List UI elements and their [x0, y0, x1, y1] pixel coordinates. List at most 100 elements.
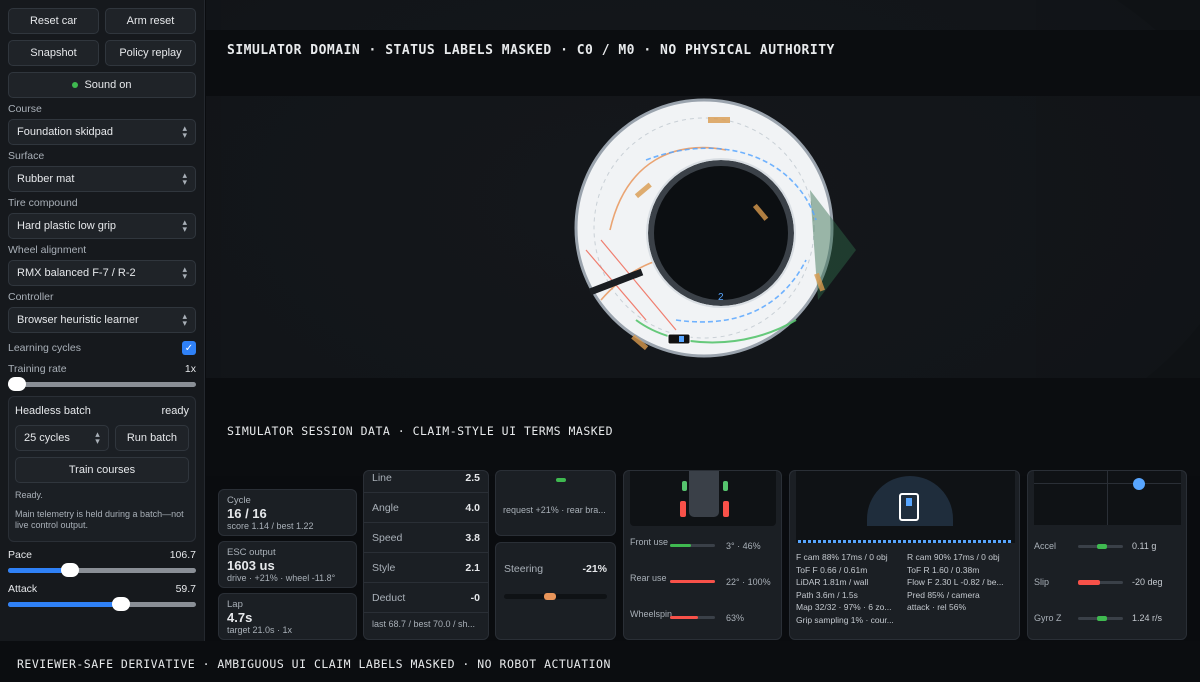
lap-value: 4.7s	[227, 610, 253, 625]
learning-cycles-checkbox[interactable]: ✓	[182, 341, 196, 355]
attack-slider[interactable]	[8, 597, 196, 611]
tire-value: 22° · 100%	[726, 577, 771, 587]
controller-select[interactable]: Browser heuristic learner ▴ ▾	[8, 307, 196, 333]
esc-output-sub: drive · +21% · wheel -11.8°	[227, 573, 336, 583]
sensor-lines: F cam 88% 17ms / 0 obj R cam 90% 17ms / 0…	[796, 552, 1018, 627]
surface-label: Surface	[8, 150, 45, 162]
sensor-text: Grip sampling 1% · cour...	[796, 614, 894, 625]
wheel-alignment-label: Wheel alignment	[8, 244, 87, 256]
score-row-style: Style 2.1	[364, 553, 488, 583]
track-infield	[648, 160, 794, 306]
sidebar: Reset car Arm reset Snapshot Policy repl…	[0, 0, 205, 641]
sensor-row: Path 3.6m / 1.5s Pred 85% / camera	[796, 590, 1018, 603]
sensor-view	[796, 471, 1015, 543]
sensor-text: ToF R 1.60 / 0.38m	[907, 564, 980, 575]
esc-output-label: ESC output	[227, 547, 276, 558]
tire-row: Rear use 22° · 100%	[630, 573, 780, 597]
bottom-banner: REVIEWER-SAFE DERIVATIVE · AMBIGUOUS UI …	[0, 641, 1200, 682]
tire-label: Front use	[630, 537, 669, 547]
snapshot-button[interactable]: Snapshot	[8, 40, 99, 66]
learning-cycles-row: Learning cycles ✓	[8, 341, 196, 355]
policy-replay-button[interactable]: Policy replay	[105, 40, 196, 66]
request-bar	[556, 478, 566, 482]
tire-compound-label: Tire compound	[8, 197, 78, 209]
sound-status-dot-icon	[72, 82, 79, 88]
sensor-text: ToF F 0.66 / 0.61m	[796, 564, 868, 575]
updown-chevron-icon: ▴ ▾	[182, 311, 187, 328]
sensor-text: Flow F 2.30 L -0.82 / be...	[907, 577, 1004, 587]
top-banner: SIMULATOR DOMAIN · STATUS LABELS MASKED …	[206, 30, 1200, 96]
wheel-icon	[682, 481, 687, 491]
run-batch-button[interactable]: Run batch	[114, 425, 189, 451]
score-row-angle: Angle 4.0	[364, 493, 488, 523]
training-rate-slider[interactable]	[8, 377, 196, 391]
imu-bar-fill	[1097, 616, 1107, 621]
attack-value: 59.7	[175, 583, 196, 595]
sensor-text: R cam 90% 17ms / 0 obj	[907, 552, 1000, 562]
tire-label: Wheelspin	[630, 609, 673, 619]
wheel-icon	[723, 481, 728, 491]
wheel-alignment-select[interactable]: RMX balanced F-7 / R-2 ▴ ▾	[8, 260, 196, 286]
sensor-text: Pred 85% / camera	[907, 589, 980, 600]
score-value: 4.0	[465, 501, 480, 514]
sensor-text: Map 32/32 · 97% · 6 zo...	[796, 602, 892, 612]
pace-row: Pace 106.7	[8, 549, 196, 561]
tire-bar-fill	[670, 544, 691, 547]
slider-thumb[interactable]	[61, 563, 80, 577]
tire-value: 3° · 46%	[726, 541, 761, 551]
score-label: Deduct	[372, 591, 406, 604]
batch-cycles-select[interactable]: 25 cycles ▴ ▾	[15, 425, 109, 451]
headless-batch-title: Headless batch	[15, 405, 91, 417]
imu-label: Accel	[1034, 541, 1057, 551]
imu-value: -20 deg	[1132, 577, 1163, 587]
attack-label: Attack	[8, 583, 38, 595]
slip-sector	[810, 190, 856, 300]
surface-select[interactable]: Rubber mat ▴ ▾	[8, 166, 196, 192]
cycle-value: 16 / 16	[227, 506, 267, 521]
reset-car-button[interactable]: Reset car	[8, 8, 99, 34]
imu-view	[1034, 471, 1181, 525]
waypoint-marker	[708, 117, 730, 123]
batch-note: Main telemetry is held during a batch—no…	[15, 509, 184, 530]
sensor-row: LiDAR 1.81m / wall Flow F 2.30 L -0.82 / …	[796, 577, 1018, 590]
course-select[interactable]: Foundation skidpad ▴ ▾	[8, 119, 196, 145]
tire-compound-value: Hard plastic low grip	[17, 220, 117, 232]
sensor-row: F cam 88% 17ms / 0 obj R cam 90% 17ms / 0…	[796, 552, 1018, 565]
steering-card: Steering -21%	[495, 542, 616, 640]
tire-compound-select[interactable]: Hard plastic low grip ▴ ▾	[8, 213, 196, 239]
attack-row: Attack 59.7	[8, 583, 196, 595]
sensor-text: LiDAR 1.81m / wall	[796, 577, 869, 587]
training-rate-label: Training rate	[8, 363, 67, 375]
course-value: Foundation skidpad	[17, 126, 114, 138]
updown-chevron-icon: ▴ ▾	[95, 429, 100, 446]
updown-chevron-icon: ▴ ▾	[182, 170, 187, 187]
wheel-icon	[680, 501, 686, 517]
sensor-text: attack · rel 56%	[907, 602, 967, 612]
esc-output-card: ESC output 1603 us drive · +21% · wheel …	[218, 541, 357, 588]
score-value: 2.1	[465, 561, 480, 574]
lap-sub: target 21.0s · 1x	[227, 625, 293, 635]
imu-label: Gyro Z	[1034, 613, 1062, 623]
learning-cycles-label: Learning cycles	[8, 342, 81, 354]
slider-fill	[8, 602, 121, 607]
slider-thumb[interactable]	[111, 597, 130, 611]
slider-thumb[interactable]	[8, 377, 26, 391]
arm-reset-button[interactable]: Arm reset	[105, 8, 196, 34]
vehicle-card: Front use 3° · 46% Rear use 22° · 100% Wheel…	[623, 470, 782, 640]
controller-label: Controller	[8, 291, 54, 303]
sensor-text: Path 3.6m / 1.5s	[796, 589, 858, 600]
sound-toggle-button[interactable]: Sound on	[8, 72, 196, 98]
imu-value: 0.11 g	[1132, 541, 1157, 551]
course-label: Course	[8, 103, 42, 115]
wheel-icon	[723, 501, 729, 517]
train-courses-button[interactable]: Train courses	[15, 457, 189, 483]
esc-output-value: 1603 us	[227, 558, 275, 573]
tire-label: Rear use	[630, 573, 667, 583]
updown-chevron-icon: ▴ ▾	[182, 217, 187, 234]
track-marker-label: 2	[718, 292, 724, 303]
imu-bar-fill	[1097, 544, 1107, 549]
request-card: request +21% · rear bra...	[495, 470, 616, 536]
imu-label: Slip	[1034, 577, 1050, 587]
score-label: Speed	[372, 531, 403, 544]
pace-slider[interactable]	[8, 563, 196, 577]
